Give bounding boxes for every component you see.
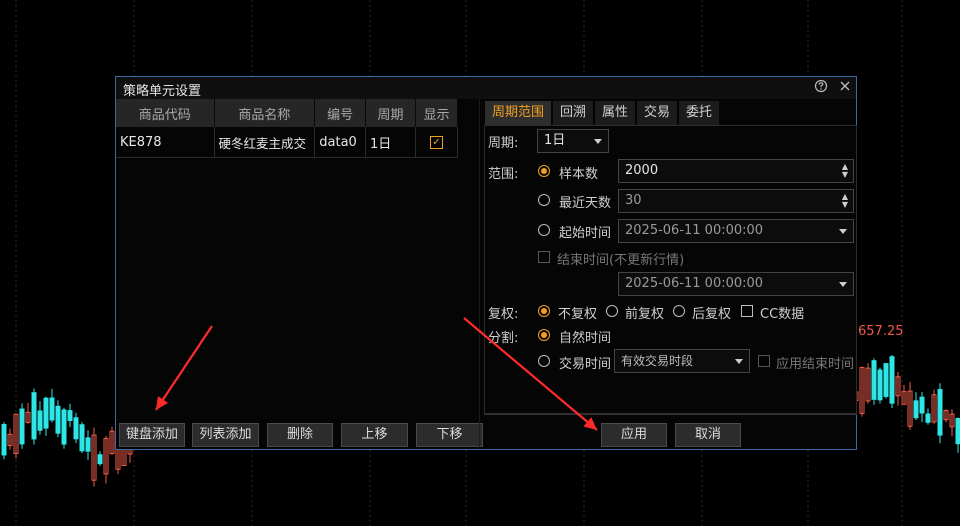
forward-adjust-label: 前复权 xyxy=(625,307,665,322)
keyboard-add-button[interactable]: 键盘添加 xyxy=(119,423,185,447)
strategy-unit-settings-dialog: 策略单元设置 商品代码 商品名称 编号 周期 显示 KE878 硬冬红麦主成交 … xyxy=(115,76,857,450)
candle-body xyxy=(883,363,889,397)
spinner-icon[interactable]: ▲ ▼ xyxy=(842,193,848,209)
move-up-button[interactable]: 上移 xyxy=(341,423,408,447)
candle-body xyxy=(919,396,925,414)
move-down-button[interactable]: 下移 xyxy=(416,423,483,447)
cancel-button[interactable]: 取消 xyxy=(675,423,741,447)
backward-adjust-label: 后复权 xyxy=(692,307,732,322)
header-show[interactable]: 显示 xyxy=(415,99,458,127)
recent-days-label: 最近天数 xyxy=(559,196,612,211)
candle-body xyxy=(37,410,43,431)
adjust-label: 复权: xyxy=(488,307,519,322)
chevron-down-icon xyxy=(735,359,743,364)
recent-days-value: 30 xyxy=(625,193,642,208)
period-label: 周期: xyxy=(488,136,519,151)
period-select[interactable]: 1日 xyxy=(537,129,609,153)
radio-forward-adjust[interactable] xyxy=(606,305,618,317)
apply-end-time-checkbox[interactable] xyxy=(758,355,770,367)
trading-period-select[interactable]: 有效交易时段 xyxy=(614,349,750,373)
candle-body xyxy=(79,424,85,452)
chevron-down-icon xyxy=(594,139,602,144)
apply-button[interactable]: 应用 xyxy=(601,423,667,447)
range-label: 范围: xyxy=(488,167,519,182)
header-id[interactable]: 编号 xyxy=(314,99,367,127)
candle-body xyxy=(73,417,79,440)
dialog-titlebar[interactable]: 策略单元设置 xyxy=(116,77,856,99)
candle-body xyxy=(85,437,91,452)
end-time-picker[interactable]: 2025-06-11 00:00:00 xyxy=(618,272,854,296)
panel-divider xyxy=(479,99,480,449)
trading-time-label: 交易时间 xyxy=(559,357,612,372)
sample-count-value: 2000 xyxy=(625,163,659,178)
end-time-value: 2025-06-11 00:00:00 xyxy=(625,276,764,291)
cell-period: 1日 xyxy=(365,127,416,158)
chevron-down-icon xyxy=(839,229,847,234)
candle-body xyxy=(877,369,883,401)
split-label: 分割: xyxy=(488,331,519,346)
list-add-button[interactable]: 列表添加 xyxy=(192,423,259,447)
trading-period-value: 有效交易时段 xyxy=(621,354,694,368)
candle-body xyxy=(925,413,931,423)
close-icon[interactable] xyxy=(836,79,854,97)
radio-start-time[interactable] xyxy=(538,224,550,236)
candle-body xyxy=(31,392,37,440)
cc-data-checkbox[interactable] xyxy=(741,305,753,317)
candle-body xyxy=(43,397,49,429)
cc-data-label: CC数据 xyxy=(760,307,805,322)
start-time-value: 2025-06-11 00:00:00 xyxy=(625,223,764,238)
instrument-list-panel: 商品代码 商品名称 编号 周期 显示 KE878 硬冬红麦主成交 data0 1… xyxy=(116,99,458,429)
candle-body xyxy=(55,405,61,434)
tab-backtrack[interactable]: 回溯 xyxy=(553,101,593,125)
cell-name: 硬冬红麦主成交 xyxy=(214,127,316,158)
apply-end-time-label: 应用结束时间 xyxy=(776,357,855,372)
table-row[interactable]: KE878 硬冬红麦主成交 data0 1日 ✓ xyxy=(116,127,458,158)
candle-body xyxy=(1,424,7,456)
chevron-down-icon xyxy=(839,282,847,287)
candle-body xyxy=(937,389,943,436)
candle-body xyxy=(97,454,103,465)
candle-body xyxy=(913,400,919,419)
radio-natural-time[interactable] xyxy=(538,329,550,341)
candle-body xyxy=(871,360,877,400)
radio-backward-adjust[interactable] xyxy=(673,305,685,317)
show-checkbox[interactable]: ✓ xyxy=(430,135,443,149)
candle-body xyxy=(49,397,55,421)
header-code[interactable]: 商品代码 xyxy=(116,99,215,127)
end-time-checkbox[interactable] xyxy=(538,251,550,263)
candle-body xyxy=(61,409,67,445)
period-value: 1日 xyxy=(544,133,566,148)
radio-recent-days[interactable] xyxy=(538,194,550,206)
dialog-title: 策略单元设置 xyxy=(123,84,202,99)
start-time-picker[interactable]: 2025-06-11 00:00:00 xyxy=(618,219,854,243)
instrument-table: 商品代码 商品名称 编号 周期 显示 KE878 硬冬红麦主成交 data0 1… xyxy=(116,99,458,158)
footer-divider xyxy=(484,414,857,415)
header-name[interactable]: 商品名称 xyxy=(214,99,316,127)
delete-button[interactable]: 删除 xyxy=(267,423,333,447)
natural-time-label: 自然时间 xyxy=(559,331,612,346)
end-time-label: 结束时间(不更新行情) xyxy=(557,253,685,268)
sample-count-input[interactable]: 2000 ▲ ▼ xyxy=(618,159,854,183)
radio-sample-count[interactable] xyxy=(538,165,550,177)
no-adjust-label: 不复权 xyxy=(558,307,598,322)
tab-properties[interactable]: 属性 xyxy=(595,101,635,125)
sample-count-label: 样本数 xyxy=(559,167,599,182)
cell-id: data0 xyxy=(314,127,367,158)
tab-period-range[interactable]: 周期范围 xyxy=(485,101,551,125)
radio-trading-time[interactable] xyxy=(538,355,550,367)
radio-no-adjust[interactable] xyxy=(538,305,550,317)
price-label: 657.25 xyxy=(858,324,904,339)
candle-body xyxy=(19,408,25,445)
recent-days-input[interactable]: 30 ▲ ▼ xyxy=(618,189,854,213)
help-icon[interactable] xyxy=(812,79,830,97)
header-period[interactable]: 周期 xyxy=(365,99,416,127)
candle-body xyxy=(889,356,895,404)
tab-trade[interactable]: 交易 xyxy=(637,101,677,125)
cell-code: KE878 xyxy=(116,127,215,158)
tab-order[interactable]: 委托 xyxy=(679,101,719,125)
candle-body xyxy=(955,417,960,445)
candle-body xyxy=(67,410,73,421)
start-time-label: 起始时间 xyxy=(559,226,612,241)
spinner-icon[interactable]: ▲ ▼ xyxy=(842,163,848,179)
